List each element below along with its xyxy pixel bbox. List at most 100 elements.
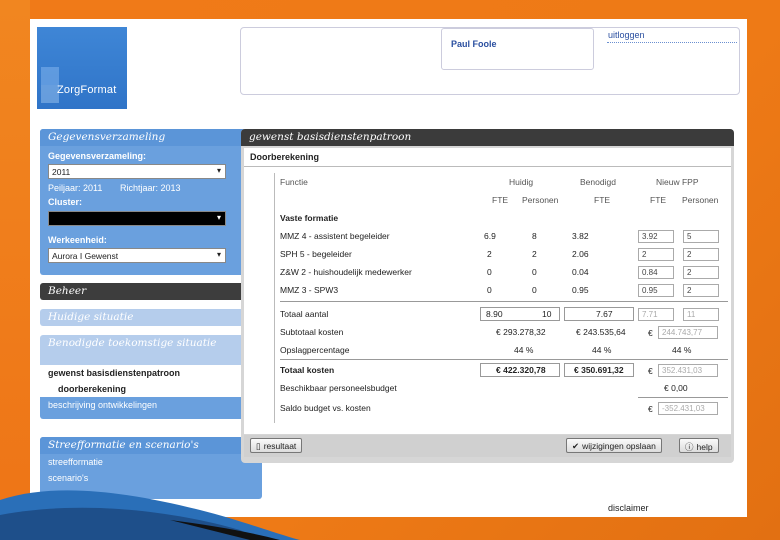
budget-label: Beschikbaar personeelsbudget (280, 383, 397, 393)
opslag-label: Opslagpercentage (280, 345, 350, 355)
col-personen: Personen (682, 195, 719, 205)
logo-text: ZorgFormat (57, 84, 117, 96)
opslag-nieuw: 44 % (672, 345, 692, 355)
cluster-select[interactable]: ▾ (48, 211, 226, 226)
help-label: help (696, 442, 713, 452)
nieuw-personen-input[interactable]: 2 (683, 284, 719, 297)
nieuw-fte-input[interactable]: 0.95 (638, 284, 674, 297)
totaal-kosten-nieuw: 352.431,03 (658, 364, 718, 377)
col-functie: Functie (280, 177, 308, 187)
help-button[interactable]: ⓘ help (679, 438, 719, 453)
nieuw-fte-input[interactable]: 0.84 (638, 266, 674, 279)
beheer-label: Beheer (48, 285, 87, 297)
section-title: Huidige situatie (40, 309, 262, 326)
row-h-fte: 2 (487, 249, 492, 259)
row-h-fte: 0 (487, 267, 492, 277)
richtjaar: Richtjaar: 2013 (120, 183, 181, 193)
euro-sign: € (648, 366, 653, 376)
sidebar-beheer[interactable]: Beheer (40, 283, 262, 300)
divider (280, 301, 728, 302)
chevron-down-icon: ▾ (216, 250, 221, 259)
euro-sign: € (648, 404, 653, 414)
section-label: Vaste formatie (280, 213, 339, 223)
nieuw-personen-input[interactable]: 2 (683, 248, 719, 261)
zorgformat-logo[interactable]: ZorgFormat (37, 27, 127, 109)
row-b-fte: 3.82 (572, 231, 589, 241)
label-cluster: Cluster: (48, 197, 83, 207)
opslaan-label: wijzigingen opslaan (582, 441, 656, 451)
chevron-down-icon: ▾ (216, 166, 221, 175)
huidige-label: Huidige situatie (48, 311, 134, 323)
werkeenheid-select[interactable]: Aurora I Gewenst ▾ (48, 248, 226, 263)
resultaat-label: resultaat (263, 441, 297, 451)
select-value: 2011 (52, 167, 71, 177)
col-fte: FTE (492, 195, 509, 205)
col-huidig: Huidig (509, 177, 534, 187)
totaal-h-pers: 10 (542, 309, 552, 319)
sidebar-item-beschrijving[interactable]: beschrijving ontwikkelingen (40, 397, 262, 419)
totaal-aantal-label: Totaal aantal (280, 309, 329, 319)
nieuw-fte-input[interactable]: 2 (638, 248, 674, 261)
totaal-kosten-huidig: € 422.320,78 (496, 365, 546, 375)
subtotaal-huidig: € 293.278,32 (496, 327, 546, 337)
gegevensverzameling-select[interactable]: 2011 ▾ (48, 164, 226, 179)
sidebar-item-doorberekening[interactable]: doorberekening (40, 381, 262, 397)
totaal-kosten-benodigd: € 350.691,32 (574, 365, 624, 375)
streef-label: Streefformatie en scenario's (48, 439, 199, 451)
resultaat-button[interactable]: ▯ resultaat (250, 438, 303, 453)
sidebar-huidige-situatie[interactable]: Huidige situatie (40, 309, 262, 326)
peiljaar: Peiljaar: 2011 (48, 183, 103, 193)
sidebar-item-streefformatie[interactable]: streefformatie (40, 454, 262, 470)
totaal-nieuw-fte: 7.71 (638, 308, 674, 321)
saldo-label: Saldo budget vs. kosten (280, 403, 371, 413)
row-functie: MMZ 3 - SPW3 (280, 285, 339, 295)
row-h-pers: 0 (532, 267, 537, 277)
user-name: Paul Foole (451, 39, 497, 49)
section-title[interactable]: Benodigde toekomstige situatie (40, 335, 262, 365)
document-icon: ▯ (256, 441, 261, 451)
opslaan-button[interactable]: ✔ wijzigingen opslaan (566, 438, 662, 453)
sidebar-gegevensverzameling: Gegevensverzameling Gegevensverzameling:… (40, 129, 262, 275)
sidebar-item-scenarios[interactable]: scenario's (40, 470, 262, 486)
sidebar-streefformatie: Streefformatie en scenario's streefforma… (40, 437, 262, 499)
logout-link[interactable]: uitloggen (608, 30, 645, 40)
background-left (0, 0, 30, 540)
col-benodigd: Benodigd (580, 177, 616, 187)
col-personen: Personen (522, 195, 559, 205)
budget-nieuw: € 0,00 (664, 383, 688, 393)
row-h-pers: 8 (532, 231, 537, 241)
row-h-fte: 6.9 (484, 231, 496, 241)
row-b-fte: 2.06 (572, 249, 589, 259)
row-functie: SPH 5 - begeleider (280, 249, 352, 259)
nieuw-personen-input[interactable]: 5 (683, 230, 719, 243)
sidebar-item-gewenst[interactable]: gewenst basisdienstenpatroon (40, 365, 262, 381)
nieuw-personen-input[interactable]: 2 (683, 266, 719, 279)
info-icon: ⓘ (685, 442, 694, 452)
col-fte: FTE (594, 195, 611, 205)
divider (274, 173, 275, 423)
row-b-fte: 0.95 (572, 285, 589, 295)
tab-doorberekening[interactable]: Doorberekening (244, 148, 731, 167)
euro-sign: € (648, 328, 653, 338)
row-functie: MMZ 4 - assistent begeleider (280, 231, 390, 241)
section-title[interactable]: Streefformatie en scenario's (40, 437, 262, 454)
totaal-h-fte: 8.90 (486, 309, 503, 319)
user-box: Paul Foole (441, 28, 594, 70)
divider (607, 42, 737, 43)
row-functie: Z&W 2 - huishoudelijk medewerker (280, 267, 412, 277)
row-h-fte: 0 (487, 285, 492, 295)
col-nieuw-fpp: Nieuw FPP (656, 177, 699, 187)
opslag-benodigd: 44 % (592, 345, 612, 355)
app-page: ZorgFormat Paul Foole uitloggen Gegevens… (30, 19, 747, 517)
nieuw-fte-input[interactable]: 3.92 (638, 230, 674, 243)
label-werkeenheid: Werkeenheid: (48, 235, 107, 245)
label-gegevensverzameling: Gegevensverzameling: (48, 151, 147, 161)
main-panel: gewenst basisdienstenpatroon Doorbereken… (241, 129, 734, 463)
logo-square (41, 67, 59, 85)
disclaimer-link[interactable]: disclaimer (608, 503, 649, 513)
section-title: Gegevensverzameling (40, 129, 262, 146)
section-title: Beheer (40, 283, 262, 300)
benodigde-label: Benodigde toekomstige situatie (48, 337, 217, 349)
totaal-nieuw-pers: 11 (683, 308, 719, 321)
row-h-pers: 2 (532, 249, 537, 259)
